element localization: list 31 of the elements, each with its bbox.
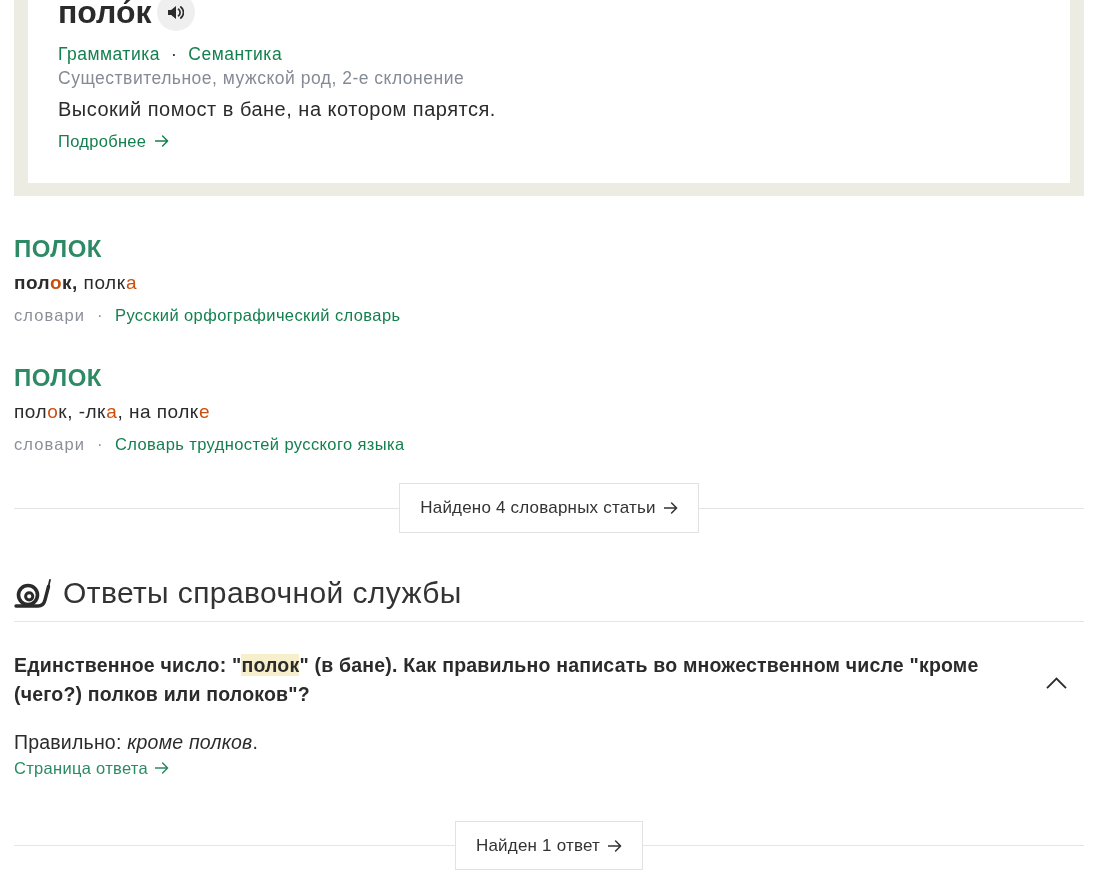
word-forms: полок, -лка, на полке [14, 400, 211, 424]
dictionary-link[interactable]: Русский орфографический словарь [115, 303, 401, 327]
more-answers-button[interactable]: Найден 1 ответ [454, 821, 644, 870]
separator: · [170, 44, 178, 64]
more-entries-button[interactable]: Найдено 4 словарных статьи [399, 483, 699, 533]
definition-text: Высокий помост в бане, на котором парятся. [58, 97, 497, 122]
arrow-right-icon [608, 839, 623, 852]
snail-icon [14, 578, 51, 608]
arrow-right-icon [155, 135, 170, 147]
dictionary-link[interactable]: Словарь трудностей русского языка [115, 432, 405, 456]
entry-heading: ПОЛОК [14, 234, 103, 264]
arrow-right-icon [663, 502, 678, 514]
word-title: поло́к [58, 0, 152, 31]
arrow-right-icon [155, 762, 169, 774]
separator: · [97, 434, 103, 455]
speaker-icon [167, 4, 185, 20]
more-link[interactable]: Подробнее [58, 129, 170, 153]
question-text: Единственное число: "полок" (в бане). Как правильно написать во множественном числе "кроме (чего?) полков или полоков"? [14, 653, 980, 707]
entry-heading: ПОЛОК [14, 363, 103, 393]
tab-link[interactable]: Семантика [188, 44, 283, 64]
answer-text: Правильно: кроме полков. [14, 730, 260, 755]
source-label: словари [14, 305, 86, 326]
tab-link[interactable]: Грамматика [58, 44, 160, 64]
separator: · [97, 305, 103, 326]
source-label: словари [14, 434, 86, 455]
section-title: Ответы справочной службы [63, 575, 462, 611]
pronunciation-button[interactable] [156, 0, 195, 31]
collapse-button[interactable] [1046, 677, 1067, 689]
answer-page-link[interactable]: Страница ответа [14, 756, 169, 780]
word-forms: полок, полка [14, 271, 138, 295]
grammar-info: Существительное, мужской род, 2-е склонение [58, 67, 466, 90]
